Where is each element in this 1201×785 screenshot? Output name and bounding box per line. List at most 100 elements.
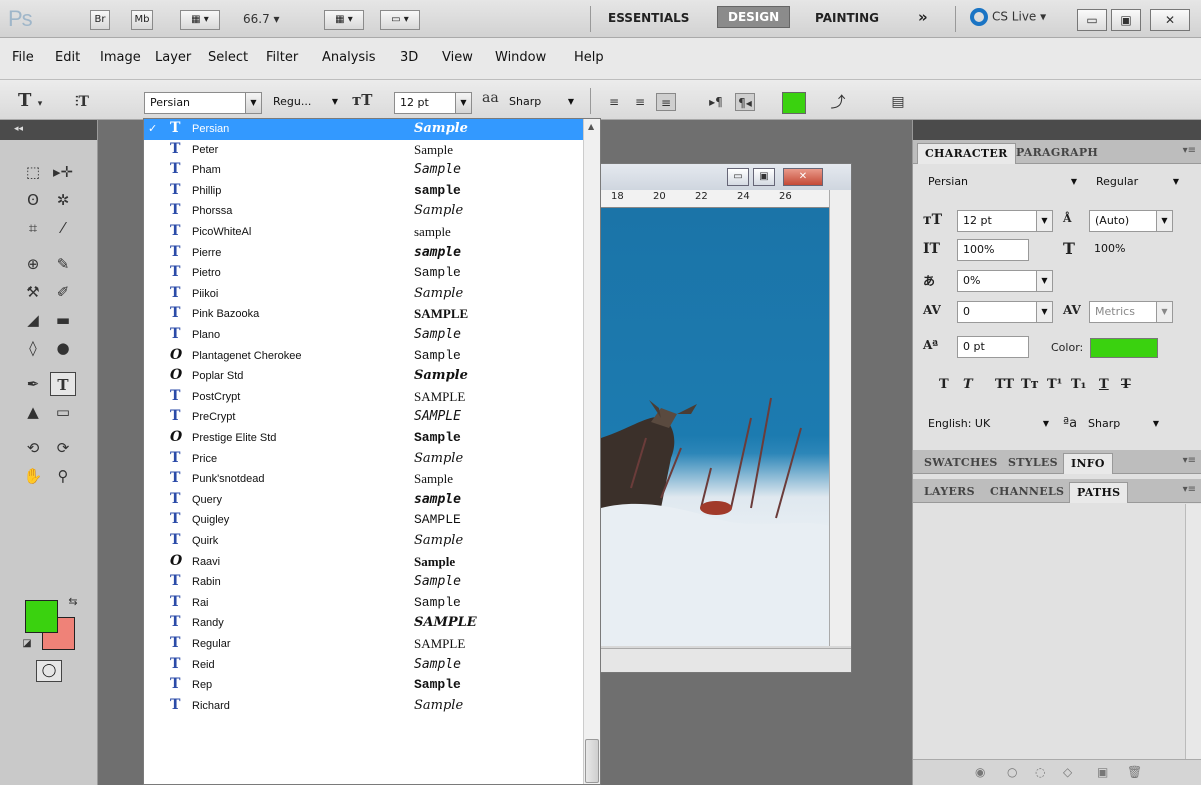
char-font-family-select[interactable]: Persian ▼ xyxy=(923,172,1083,194)
fill-path-icon[interactable]: ◉ xyxy=(975,765,985,779)
minimize-button[interactable]: ▭ xyxy=(1077,9,1107,31)
lasso-tool-icon[interactable]: ʘ xyxy=(20,188,46,212)
path-selection-tool-icon[interactable]: ▲ xyxy=(20,400,46,424)
menu-analysis[interactable]: Analysis xyxy=(322,50,376,65)
doc-close-icon[interactable]: ✕ xyxy=(783,168,823,186)
font-list-item[interactable]: T PicoWhiteAl sample xyxy=(144,222,584,243)
history-brush-tool-icon[interactable]: ✐ xyxy=(50,280,76,304)
char-tsume-select[interactable]: 0% ▼ xyxy=(957,270,1053,292)
char-tracking-select[interactable]: 0 ▼ xyxy=(957,301,1053,323)
menu-help[interactable]: Help xyxy=(574,50,604,65)
paths-scrollbar[interactable] xyxy=(1185,504,1201,759)
faux-bold-button[interactable]: T xyxy=(939,377,949,392)
scroll-up-icon[interactable]: ▲ xyxy=(588,122,594,131)
maximize-button[interactable]: ▣ xyxy=(1111,9,1141,31)
small-caps-button[interactable]: Tт xyxy=(1021,377,1039,392)
font-list-item[interactable]: ✓ T Persian Sample xyxy=(144,119,584,140)
panel-dock-header[interactable] xyxy=(913,120,1201,140)
char-language-select[interactable]: English: UK ▼ xyxy=(923,414,1055,436)
char-baseline-shift-input[interactable]: 0 pt xyxy=(957,336,1029,358)
anti-aliasing-select[interactable]: Sharp ▼ xyxy=(504,92,578,114)
align-center-icon[interactable]: ≡ xyxy=(630,93,650,111)
font-list-item[interactable]: T Pham Sample xyxy=(144,160,584,181)
eyedropper-tool-icon[interactable]: ⁄ xyxy=(50,216,76,240)
menu-image[interactable]: Image xyxy=(100,50,141,65)
menu-layer[interactable]: Layer xyxy=(155,50,191,65)
clone-stamp-tool-icon[interactable]: ⚒ xyxy=(20,280,46,304)
font-list-item[interactable]: T Rep Sample xyxy=(144,675,584,696)
char-font-style-select[interactable]: Regular ▼ xyxy=(1091,172,1181,194)
3d-rotate-tool-icon[interactable]: ⟲ xyxy=(20,436,46,460)
font-style-select[interactable]: Regu... ▼ xyxy=(268,92,342,114)
scrollbar-thumb[interactable] xyxy=(585,739,599,783)
gradient-tool-icon[interactable]: ▬ xyxy=(50,308,76,332)
marquee-tool-icon[interactable]: ⬚ xyxy=(20,160,46,184)
view-extras-button[interactable]: ▦ ▾ xyxy=(180,10,220,30)
panel-menu-icon[interactable]: ▾≡ xyxy=(1183,145,1196,156)
tab-info[interactable]: INFO xyxy=(1063,453,1113,474)
align-right-icon[interactable]: ≡ xyxy=(656,93,676,111)
workspace-essentials[interactable]: ESSENTIALS xyxy=(608,11,689,25)
font-list-item[interactable]: O Prestige Elite Std Sample xyxy=(144,428,584,449)
font-list-item[interactable]: T Reid Sample xyxy=(144,655,584,676)
panels-toggle-icon[interactable]: ▤ xyxy=(888,93,908,111)
text-direction-rtl-icon[interactable]: ¶◂ xyxy=(735,93,755,111)
workspace-design[interactable]: DESIGN xyxy=(717,6,791,28)
make-work-path-icon[interactable]: ◇ xyxy=(1063,765,1072,779)
doc-maximize-button[interactable]: ▣ xyxy=(753,168,775,186)
char-anti-aliasing-select[interactable]: Sharp ▼ xyxy=(1083,414,1163,436)
hand-tool-icon[interactable]: ✋ xyxy=(20,464,46,488)
trash-icon[interactable]: 🗑 xyxy=(1127,765,1142,779)
warp-text-icon[interactable]: ⤴ xyxy=(828,93,848,111)
rectangle-tool-icon[interactable]: ▭ xyxy=(50,400,76,424)
move-tool-icon[interactable]: ▸✛ xyxy=(50,160,76,184)
tab-paths[interactable]: PATHS xyxy=(1069,482,1129,503)
menu-window[interactable]: Window xyxy=(495,50,546,65)
menu-file[interactable]: File xyxy=(12,50,34,65)
tab-layers[interactable]: LAYERS xyxy=(917,482,982,503)
font-list-item[interactable]: T PreCrypt SAMPLE xyxy=(144,407,584,428)
text-color-swatch[interactable] xyxy=(782,92,806,114)
quick-mask-button[interactable]: ◯ xyxy=(36,660,62,682)
subscript-button[interactable]: T₁ xyxy=(1071,377,1086,392)
zoom-tool-icon[interactable]: ⚲ xyxy=(50,464,76,488)
spot-healing-tool-icon[interactable]: ⊕ xyxy=(20,252,46,276)
font-size-select[interactable]: 12 pt ▼ xyxy=(394,92,472,114)
font-list-item[interactable]: T Quigley SAMPLE xyxy=(144,510,584,531)
font-list-item[interactable]: T PostCrypt SAMPLE xyxy=(144,387,584,408)
text-direction-ltr-icon[interactable]: ▸¶ xyxy=(706,93,726,111)
font-list-item[interactable]: O Poplar Std Sample xyxy=(144,366,584,387)
align-left-icon[interactable]: ≡ xyxy=(604,93,624,111)
more-workspaces-button[interactable]: » xyxy=(918,8,928,26)
tab-paragraph[interactable]: PARAGRAPH xyxy=(1009,143,1105,164)
font-list-item[interactable]: T Rai Sample xyxy=(144,593,584,614)
mini-bridge-button[interactable]: Mb xyxy=(131,10,153,30)
menu-select[interactable]: Select xyxy=(208,50,248,65)
deer-photo-canvas[interactable] xyxy=(601,208,829,646)
font-list-item[interactable]: T Peter Sample xyxy=(144,140,584,161)
font-list-item[interactable]: T Phillip sample xyxy=(144,181,584,202)
blur-tool-icon[interactable]: ◊ xyxy=(20,336,46,360)
panel-menu-icon[interactable]: ▾≡ xyxy=(1183,455,1196,466)
crop-tool-icon[interactable]: ⌗ xyxy=(20,216,46,240)
load-selection-icon[interactable]: ◌ xyxy=(1035,765,1045,779)
workspace-painting[interactable]: PAINTING xyxy=(815,11,879,25)
default-colors-icon[interactable]: ◪ xyxy=(14,632,40,656)
font-list-scrollbar[interactable]: ▲ xyxy=(583,119,600,784)
menu-filter[interactable]: Filter xyxy=(266,50,298,65)
char-vertical-scale-input[interactable]: 100% xyxy=(957,239,1029,261)
zoom-level[interactable]: 66.7 ▾ xyxy=(243,12,280,26)
font-list-item[interactable]: T Pierre sample xyxy=(144,243,584,264)
font-list-item[interactable]: T Plano Sample xyxy=(144,325,584,346)
all-caps-button[interactable]: TT xyxy=(995,377,1014,392)
cs-live-button[interactable]: CS Live ▾ xyxy=(970,8,1046,26)
stroke-path-icon[interactable]: ○ xyxy=(1007,765,1017,779)
menu-3d[interactable]: 3D xyxy=(400,50,418,65)
font-list-item[interactable]: T Phorssa Sample xyxy=(144,201,584,222)
char-font-size-select[interactable]: 12 pt ▼ xyxy=(957,210,1053,232)
tab-swatches[interactable]: SWATCHES xyxy=(917,453,1005,474)
menu-view[interactable]: View xyxy=(442,50,473,65)
menu-edit[interactable]: Edit xyxy=(55,50,80,65)
quick-selection-tool-icon[interactable]: ✲ xyxy=(50,188,76,212)
pen-tool-icon[interactable]: ✒ xyxy=(20,372,46,396)
